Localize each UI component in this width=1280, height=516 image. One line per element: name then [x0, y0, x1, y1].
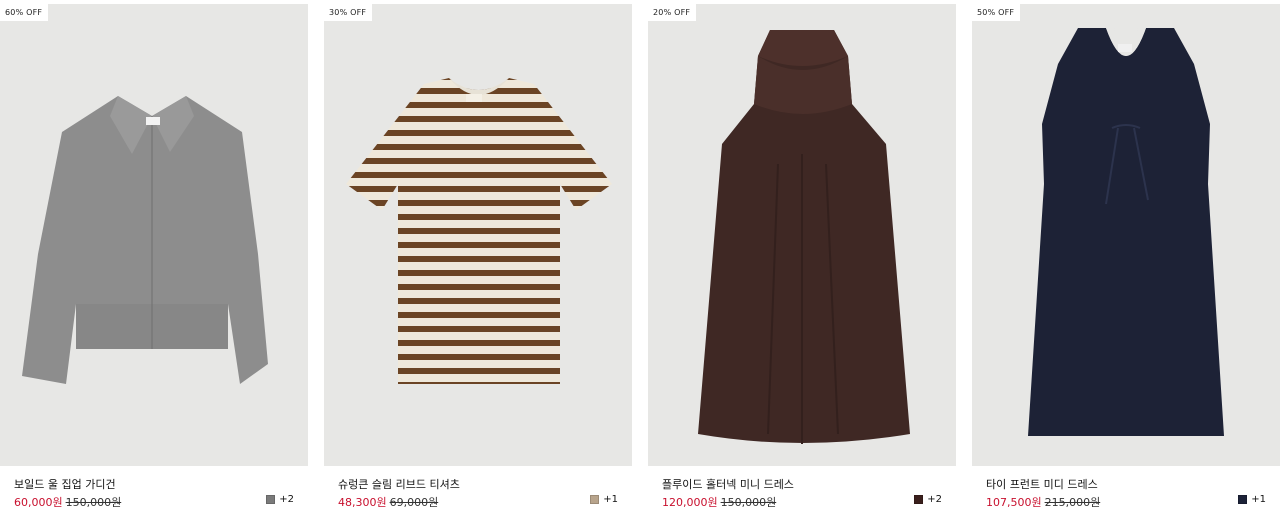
more-colors-count: +1 — [1251, 494, 1266, 505]
price-row: 48,300원 69,000원 — [338, 494, 438, 510]
product-name[interactable]: 플루이드 홀터넥 미니 드레스 — [662, 476, 794, 492]
product-name[interactable]: 보일드 울 집업 가디건 — [14, 476, 116, 492]
product-image[interactable]: 50% OFF — [972, 4, 1280, 466]
original-price: 150,000원 — [720, 496, 777, 509]
price-row: 107,500원 215,000원 — [986, 494, 1100, 510]
product-card[interactable]: 30% OFF 슈렁큰 슬림 리브드 티셔츠 48,300원 69,000원 +1 — [324, 4, 632, 512]
more-colors-count: +1 — [603, 494, 618, 505]
discount-badge: 60% OFF — [0, 4, 49, 21]
sale-price: 48,300원 — [338, 496, 387, 509]
color-swatches[interactable]: +2 — [914, 494, 942, 505]
price-row: 120,000원 150,000원 — [662, 494, 776, 510]
original-price: 150,000원 — [65, 496, 122, 509]
product-image[interactable]: 30% OFF — [324, 4, 632, 466]
color-swatch[interactable] — [914, 495, 924, 504]
more-colors-count: +2 — [927, 494, 942, 505]
product-image[interactable]: 60% OFF — [0, 4, 308, 466]
discount-badge: 50% OFF — [972, 4, 1021, 21]
product-image[interactable]: 20% OFF — [648, 4, 956, 466]
more-colors-count: +2 — [279, 494, 294, 505]
sale-price: 60,000원 — [14, 496, 63, 509]
navy-midi-dress-product-image — [972, 4, 1280, 466]
sale-price: 120,000원 — [662, 496, 718, 509]
price-row: 60,000원 150,000원 — [14, 494, 121, 510]
grey-cardigan-product-image — [0, 4, 308, 466]
sale-price: 107,500원 — [986, 496, 1042, 509]
color-swatch[interactable] — [266, 495, 276, 504]
product-card[interactable]: 20% OFF 플루이드 홀터넥 미니 드레스 120,000원 150,000원… — [648, 4, 956, 512]
product-card[interactable]: 50% OFF 타이 프런트 미디 드레스 107,500원 215,000원 +… — [972, 4, 1280, 512]
original-price: 215,000원 — [1044, 496, 1101, 509]
original-price: 69,000원 — [389, 496, 439, 509]
brown-halter-dress-product-image — [648, 4, 956, 466]
product-name[interactable]: 슈렁큰 슬림 리브드 티셔츠 — [338, 476, 460, 492]
striped-tshirt-product-image — [324, 4, 632, 466]
product-card[interactable]: 60% OFF 보일드 울 집업 가디건 60,000원 150,000원 +2 — [0, 4, 308, 512]
discount-badge: 20% OFF — [648, 4, 697, 21]
color-swatch[interactable] — [590, 495, 600, 504]
discount-badge: 30% OFF — [324, 4, 373, 21]
product-name[interactable]: 타이 프런트 미디 드레스 — [986, 476, 1098, 492]
product-grid: 60% OFF 보일드 울 집업 가디건 60,000원150,000원 +2 — [0, 0, 1280, 516]
color-swatch[interactable] — [1238, 495, 1248, 504]
color-swatches[interactable]: +1 — [1238, 494, 1266, 505]
color-swatches[interactable]: +1 — [590, 494, 618, 505]
color-swatches[interactable]: +2 — [266, 494, 294, 505]
